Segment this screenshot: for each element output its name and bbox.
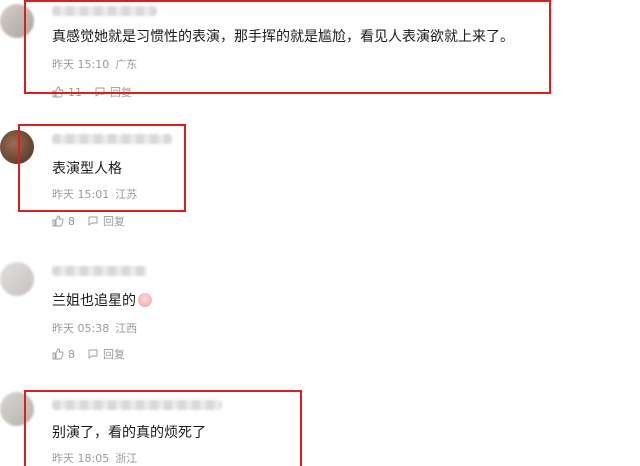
comment-meta: 昨天 05:38 江西 <box>52 320 143 336</box>
highlight-box <box>24 390 302 466</box>
reply-icon[interactable] <box>87 215 99 227</box>
reply-icon[interactable] <box>87 348 99 360</box>
highlight-box <box>24 0 551 94</box>
reply-button[interactable]: 回复 <box>103 213 125 229</box>
like-icon[interactable] <box>52 215 64 227</box>
blurred-username[interactable] <box>52 266 147 276</box>
like-count: 8 <box>68 214 75 228</box>
comment-actions: 8 回复 <box>52 346 125 362</box>
like-count: 8 <box>68 347 75 361</box>
comment-actions: 8 回复 <box>52 213 125 229</box>
comment-text: 兰姐也追星的 <box>52 290 152 310</box>
like-icon[interactable] <box>52 348 64 360</box>
reply-button[interactable]: 回复 <box>103 346 125 362</box>
avatar[interactable] <box>0 262 34 296</box>
comment-location: 江西 <box>115 322 138 335</box>
comment-time: 昨天 05:38 <box>52 322 110 335</box>
highlight-box <box>18 124 186 212</box>
emoji-icon <box>138 293 152 307</box>
comment-text-content: 兰姐也追星的 <box>52 293 136 309</box>
